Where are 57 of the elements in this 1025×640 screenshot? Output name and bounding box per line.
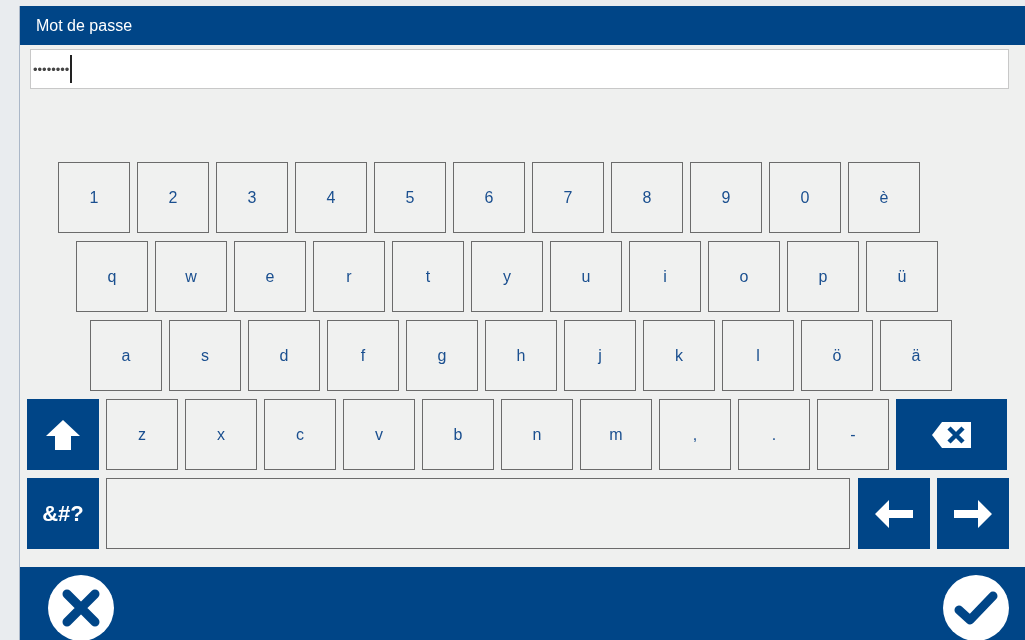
key[interactable]: ö — [801, 320, 873, 391]
key[interactable]: g — [406, 320, 478, 391]
key[interactable]: z — [106, 399, 178, 470]
right-arrow-key[interactable] — [937, 478, 1009, 549]
key[interactable]: r — [313, 241, 385, 312]
key[interactable]: m — [580, 399, 652, 470]
key[interactable]: 1 — [58, 162, 130, 233]
key[interactable]: w — [155, 241, 227, 312]
backspace-key[interactable] — [896, 399, 1007, 470]
key[interactable]: ü — [866, 241, 938, 312]
key[interactable]: 6 — [453, 162, 525, 233]
key[interactable]: v — [343, 399, 415, 470]
key[interactable]: 3 — [216, 162, 288, 233]
key[interactable]: ä — [880, 320, 952, 391]
key[interactable]: , — [659, 399, 731, 470]
key[interactable]: 5 — [374, 162, 446, 233]
key[interactable]: d — [248, 320, 320, 391]
left-arrow-key[interactable] — [858, 478, 930, 549]
password-field[interactable]: •••••••• — [30, 49, 1009, 89]
key[interactable]: p — [787, 241, 859, 312]
key[interactable]: k — [643, 320, 715, 391]
right-arrow-icon — [954, 499, 992, 528]
space-key[interactable] — [106, 478, 850, 549]
key[interactable]: u — [550, 241, 622, 312]
key[interactable]: a — [90, 320, 162, 391]
key[interactable]: b — [422, 399, 494, 470]
key[interactable]: l — [722, 320, 794, 391]
close-icon — [61, 588, 101, 628]
key[interactable]: 9 — [690, 162, 762, 233]
up-arrow-icon — [45, 418, 81, 451]
dialog-title: Mot de passe — [20, 6, 1025, 45]
backspace-icon — [931, 421, 972, 448]
key[interactable]: q — [76, 241, 148, 312]
checkmark-icon — [954, 590, 998, 626]
key[interactable]: è — [848, 162, 920, 233]
key[interactable]: c — [264, 399, 336, 470]
key[interactable]: 7 — [532, 162, 604, 233]
left-arrow-icon — [875, 499, 913, 528]
key[interactable]: y — [471, 241, 543, 312]
key[interactable]: x — [185, 399, 257, 470]
key[interactable]: h — [485, 320, 557, 391]
key[interactable]: 8 — [611, 162, 683, 233]
key[interactable]: e — [234, 241, 306, 312]
key[interactable]: t — [392, 241, 464, 312]
shift-key[interactable] — [27, 399, 99, 470]
key[interactable]: 2 — [137, 162, 209, 233]
key[interactable]: j — [564, 320, 636, 391]
key[interactable]: s — [169, 320, 241, 391]
symbols-key[interactable]: &#? — [27, 478, 99, 549]
key[interactable]: n — [501, 399, 573, 470]
key[interactable]: f — [327, 320, 399, 391]
key[interactable]: o — [708, 241, 780, 312]
key[interactable]: - — [817, 399, 889, 470]
key[interactable]: 0 — [769, 162, 841, 233]
key[interactable]: . — [738, 399, 810, 470]
key[interactable]: 4 — [295, 162, 367, 233]
key[interactable]: i — [629, 241, 701, 312]
